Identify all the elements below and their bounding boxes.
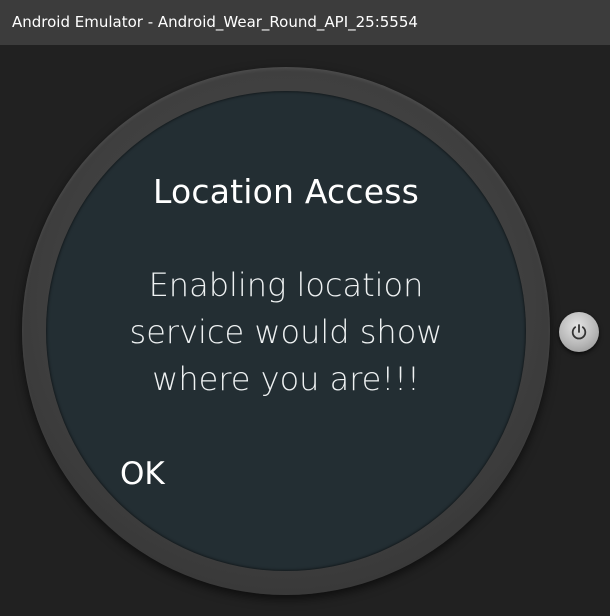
- window-titlebar[interactable]: Android Emulator - Android_Wear_Round_AP…: [0, 0, 610, 45]
- emulator-window: Android Emulator - Android_Wear_Round_AP…: [0, 0, 610, 616]
- dialog-title: Location Access: [152, 172, 420, 211]
- power-icon: [571, 324, 587, 340]
- ok-button[interactable]: OK: [112, 450, 173, 498]
- power-button[interactable]: [559, 312, 599, 352]
- dialog-message: Enabling location service would show whe…: [129, 266, 443, 398]
- window-title: Android Emulator - Android_Wear_Round_AP…: [12, 13, 418, 31]
